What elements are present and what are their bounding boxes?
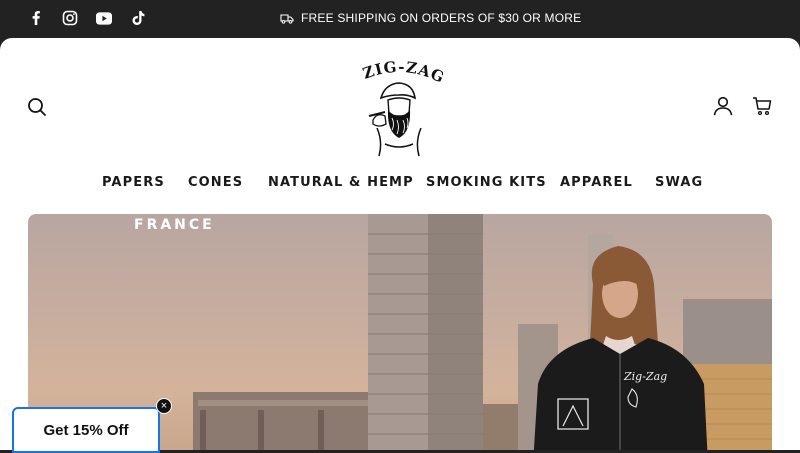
nav-item-swag[interactable]: SWAG [655,175,703,190]
announcement-bar: FREE SHIPPING ON ORDERS OF $30 OR MORE [0,0,800,38]
nav-item-natural-hemp[interactable]: NATURAL & HEMP [268,175,414,190]
hero-title: FRANCE [134,217,215,233]
shipping-notice: FREE SHIPPING ON ORDERS OF $30 OR MORE [280,11,581,25]
main-nav: PAPERS CONES NATURAL & HEMP SMOKING KITS… [0,175,800,191]
facebook-icon[interactable] [28,10,44,26]
jacket-logo-text: Zig-Zag [623,370,667,383]
promo-tab[interactable]: Get 15% Off [12,407,160,453]
cart-icon[interactable] [751,95,773,117]
main-panel: ZIG-ZAG PAPERS CONES NATURAL & HEMP SMOK… [0,38,800,450]
nav-item-smoking-kits[interactable]: SMOKING KITS [426,175,547,190]
youtube-icon[interactable] [96,10,112,26]
nav-item-cones[interactable]: CONES [188,175,243,190]
tiktok-icon[interactable] [130,10,146,26]
instagram-icon[interactable] [62,10,78,26]
truck-icon [280,11,294,25]
shipping-text: FREE SHIPPING ON ORDERS OF $30 OR MORE [301,11,582,25]
promo-label: Get 15% Off [43,421,129,439]
social-links [28,10,146,26]
close-icon[interactable]: × [156,398,172,414]
nav-item-papers[interactable]: PAPERS [102,175,165,190]
account-icon[interactable] [712,95,734,117]
nav-item-apparel[interactable]: APPAREL [560,175,633,190]
zig-zag-logo[interactable]: ZIG-ZAG [355,58,447,158]
search-icon[interactable] [26,96,48,118]
